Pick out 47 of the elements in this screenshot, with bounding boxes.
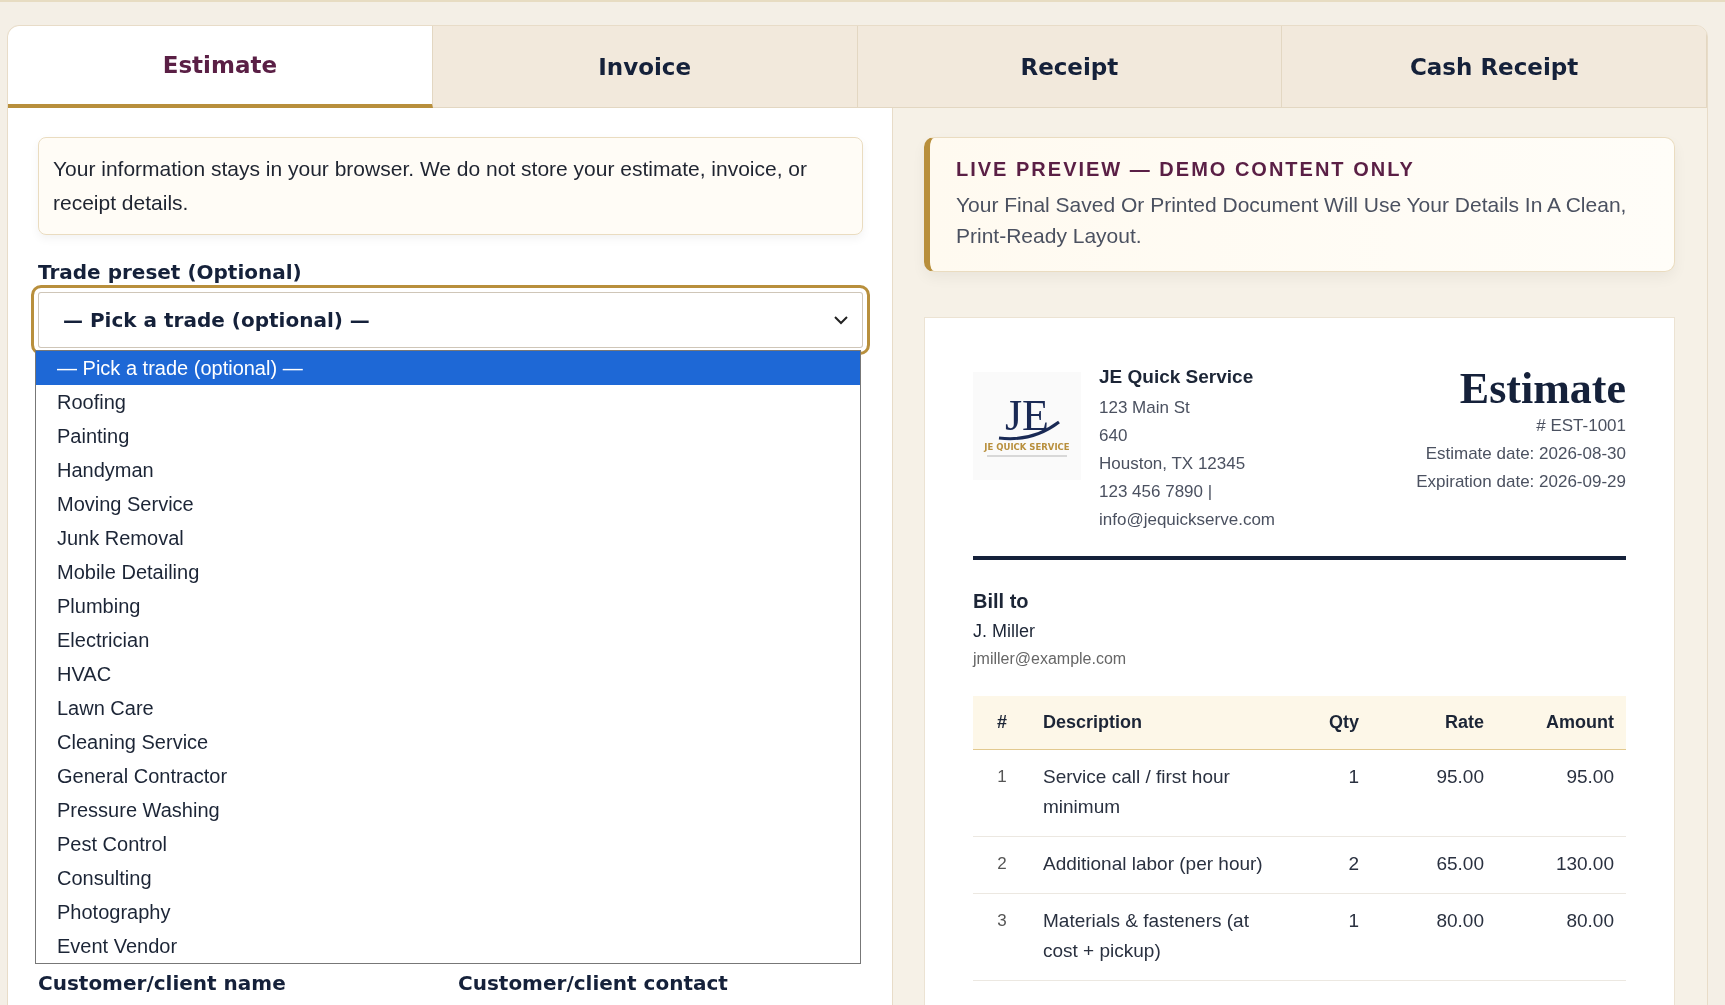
table-cell: 95.00 xyxy=(1371,749,1496,836)
column-header: Qty xyxy=(1276,696,1371,749)
company-detail: 123 456 7890 | xyxy=(1099,481,1214,503)
notice-title: LIVE PREVIEW — DEMO CONTENT ONLY xyxy=(956,158,1416,181)
document-date: Expiration date: 2026-09-29 xyxy=(1416,471,1626,493)
tab[interactable]: Cash Receipt xyxy=(1282,26,1707,108)
document-title: Estimate xyxy=(1459,366,1626,412)
table-cell: 65.00 xyxy=(1371,836,1496,893)
field-label: Trade preset (Optional) xyxy=(38,261,303,283)
document-date: Estimate date: 2026-08-30 xyxy=(1425,443,1626,465)
client-name: J. Miller xyxy=(973,621,1036,642)
column-header: # xyxy=(973,696,1031,749)
client-email: jmiller@example.com xyxy=(973,650,1128,668)
table-cell: 2 xyxy=(973,836,1031,893)
table-cell: 1 xyxy=(973,749,1031,836)
company-detail: Houston, TX 12345 xyxy=(1099,453,1247,475)
company-name: JE Quick Service xyxy=(1099,366,1255,388)
table-cell: 95.00 xyxy=(1496,749,1626,836)
table-cell: 80.00 xyxy=(1496,893,1626,980)
table-cell: 80.00 xyxy=(1371,893,1496,980)
table-cell: Materials & fasteners (at cost + pickup) xyxy=(1031,893,1276,980)
tab[interactable]: Estimate xyxy=(8,26,433,108)
column-header: Description xyxy=(1031,696,1276,749)
company-detail: info@jequickserve.com xyxy=(1099,509,1275,531)
bill-to-heading: Bill to xyxy=(973,590,1030,613)
notice-text: Your Final Saved Or Printed Document Will Use Your Details In A Clean, Print-Ready Layout. xyxy=(956,192,1628,249)
table-cell: 1 xyxy=(1276,749,1371,836)
chevron-down-icon xyxy=(834,315,848,325)
company-detail: 640 xyxy=(1099,425,1129,447)
column-header: Amount xyxy=(1496,696,1626,749)
dropdown-option[interactable]: — Pick a trade (optional) — xyxy=(36,351,860,385)
table-cell: 2 xyxy=(1276,836,1371,893)
field-label: Customer/client name xyxy=(38,971,287,995)
tab[interactable]: Receipt xyxy=(857,26,1283,108)
document-number: # EST-1001 xyxy=(1536,415,1626,437)
tab[interactable]: Invoice xyxy=(432,26,858,108)
table-cell: Additional labor (per hour) xyxy=(1031,836,1276,893)
table-cell: Service call / first hour minimum xyxy=(1031,749,1276,836)
company-detail: 123 Main St xyxy=(1099,397,1191,419)
table-cell: 1 xyxy=(1276,893,1371,980)
column-header: Rate xyxy=(1371,696,1496,749)
table-cell: 130.00 xyxy=(1496,836,1626,893)
field-label: Customer/client contact xyxy=(458,971,729,995)
privacy-notice: Your information stays in your browser. We do not store your estimate, invoice, or receipt details. xyxy=(38,137,863,235)
trade-select[interactable]: — Pick a trade (optional) — xyxy=(31,285,870,355)
table-cell: 3 xyxy=(973,893,1031,980)
company-logo: JE JE QUICK SERVICE xyxy=(973,372,1081,480)
